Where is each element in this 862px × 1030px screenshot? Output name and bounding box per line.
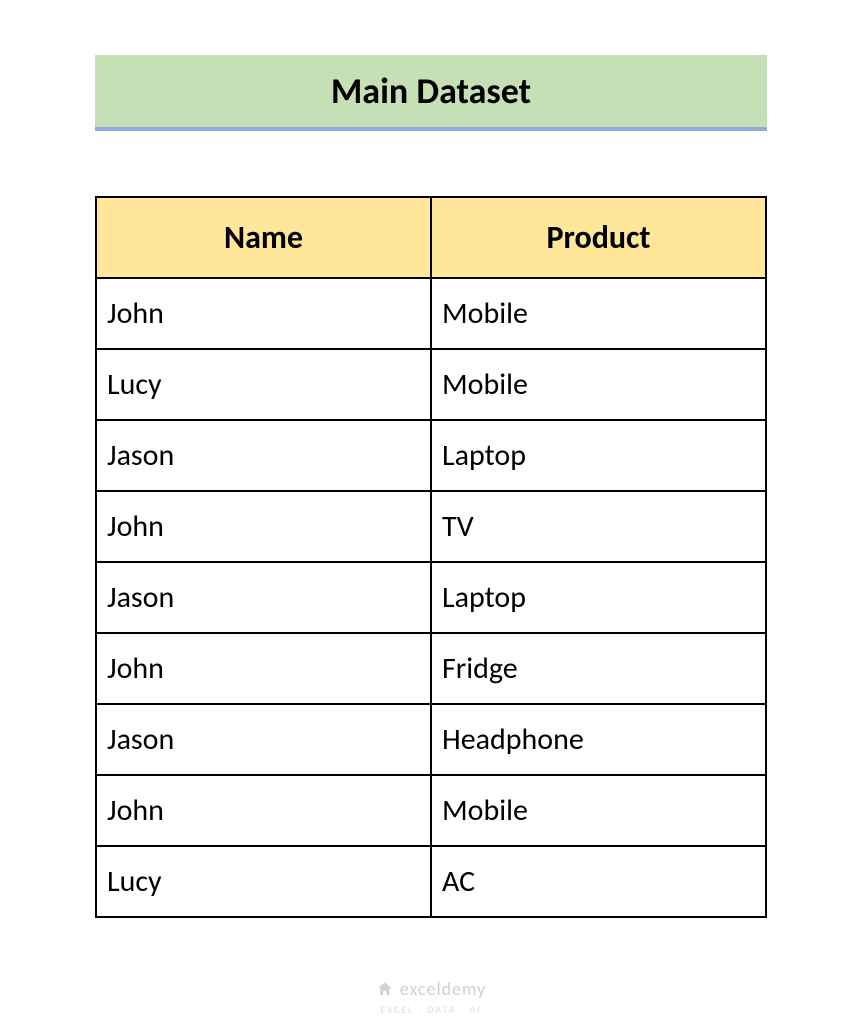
cell-product: AC [431,846,766,917]
cell-product: Fridge [431,633,766,704]
cell-name: John [96,278,431,349]
watermark: exceldemy [376,978,486,1000]
table-header-row: Name Product [96,197,766,278]
page-title: Main Dataset [95,55,767,131]
cell-name: Jason [96,420,431,491]
table-row: Lucy AC [96,846,766,917]
cell-name: John [96,633,431,704]
table-row: Jason Laptop [96,420,766,491]
cell-product: Laptop [431,420,766,491]
cell-name: Lucy [96,349,431,420]
header-name: Name [96,197,431,278]
table-row: Jason Headphone [96,704,766,775]
header-product: Product [431,197,766,278]
cell-name: Jason [96,562,431,633]
table-row: John Mobile [96,775,766,846]
watermark-subtext: EXCEL · DATA · AI [380,1003,482,1016]
cell-name: Lucy [96,846,431,917]
cell-product: Headphone [431,704,766,775]
cell-product: Mobile [431,349,766,420]
table-row: John Mobile [96,278,766,349]
cell-product: Laptop [431,562,766,633]
table-row: John TV [96,491,766,562]
cell-product: Mobile [431,775,766,846]
cell-product: Mobile [431,278,766,349]
table-row: Jason Laptop [96,562,766,633]
table-row: Lucy Mobile [96,349,766,420]
cell-name: John [96,491,431,562]
data-table: Name Product John Mobile Lucy Mobile Jas… [95,196,767,918]
house-icon [376,980,394,998]
cell-product: TV [431,491,766,562]
cell-name: John [96,775,431,846]
table-row: John Fridge [96,633,766,704]
cell-name: Jason [96,704,431,775]
watermark-text: exceldemy [400,978,486,1000]
